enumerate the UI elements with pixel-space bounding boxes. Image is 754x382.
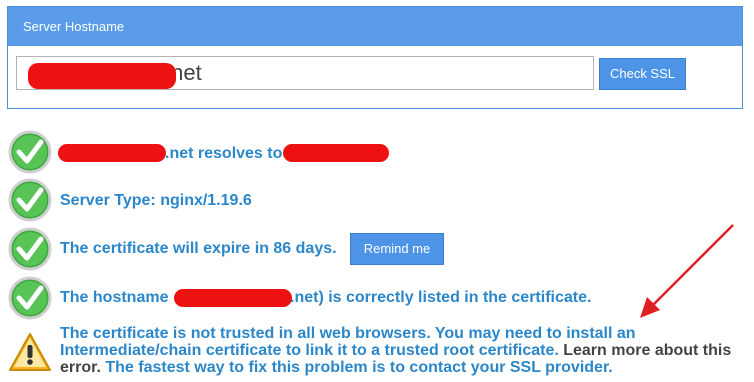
result-row-expiry [8,227,52,271]
warning-part2: The fastest way to fix this problem is t… [100,359,613,376]
hostname-suffix-text: .net) is correctly listed in the certifi… [290,289,592,306]
warning-text: The certificate is not trusted in all we… [60,325,740,376]
redaction-mark [283,144,389,162]
check-circle-icon [8,227,52,271]
result-row-resolves [8,130,52,174]
check-circle-icon [8,276,52,320]
redaction-mark [58,144,166,162]
redaction-mark [174,289,292,307]
server-type-text: Server Type: nginx/1.19.6 [60,192,252,209]
result-row-hostname [8,276,52,320]
result-row-server [8,178,52,222]
warning-part1: The certificate is not trusted in all we… [60,325,636,359]
warning-triangle-icon [9,333,51,371]
check-ssl-button[interactable]: Check SSL [599,58,686,90]
hostname-prefix-text: The hostname [60,289,169,306]
redaction-mark [28,63,176,89]
panel-title: Server Hostname [8,7,742,46]
check-circle-icon [8,130,52,174]
remind-me-button[interactable]: Remind me [350,233,444,265]
result-row-warning [8,330,52,374]
resolves-text: .net resolves to [165,145,283,162]
expiry-text: The certificate will expire in 86 days. [60,240,337,257]
check-circle-icon [8,178,52,222]
